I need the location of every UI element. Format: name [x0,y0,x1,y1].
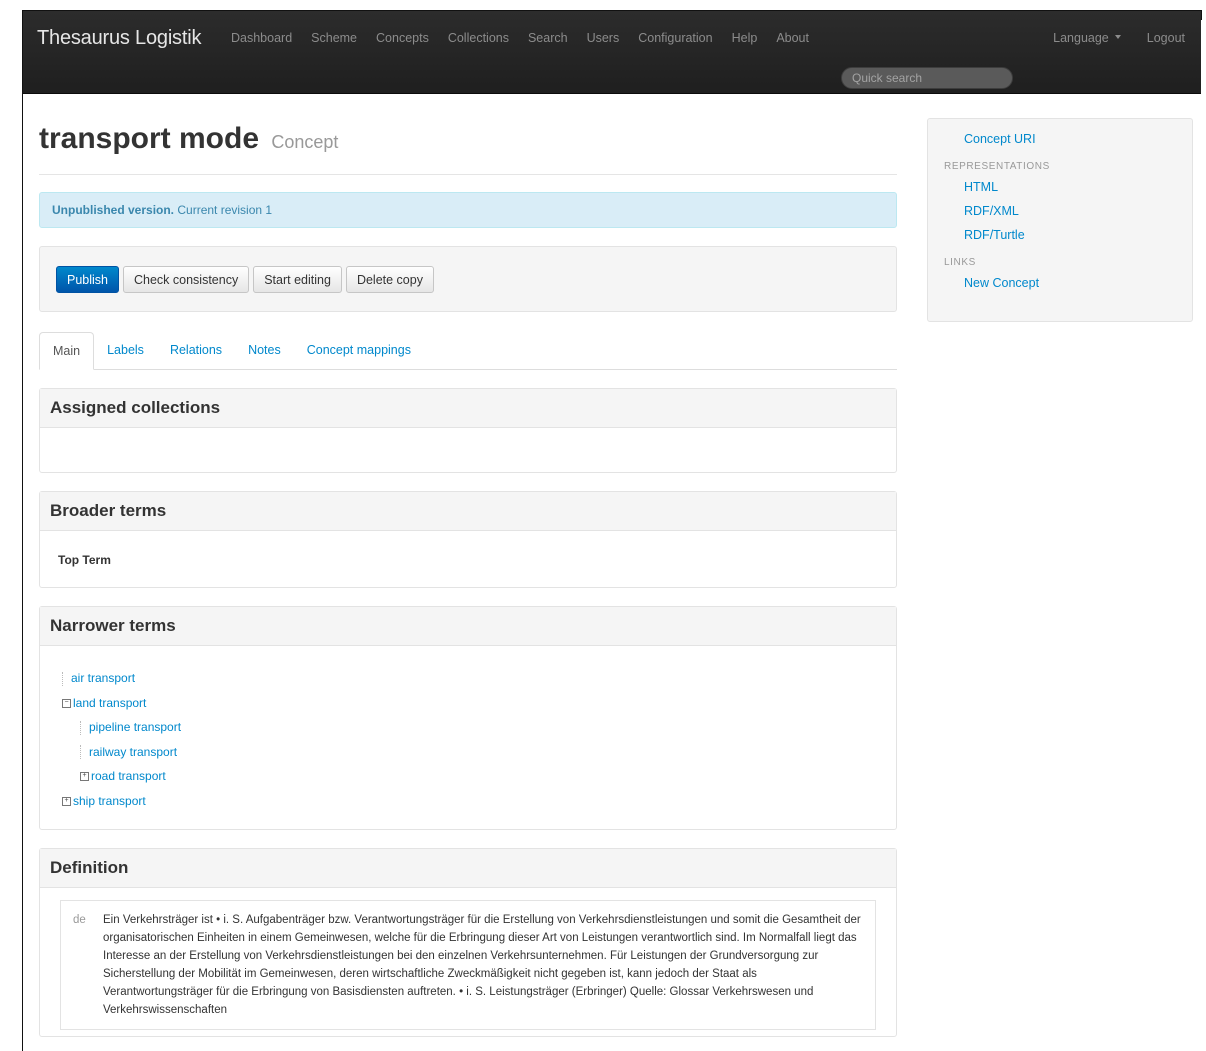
main-nav: Dashboard Scheme Concepts Collections Se… [231,31,828,45]
definition-body: de Ein Verkehrsträger ist • i. S. Aufgab… [40,888,896,1036]
tree-node: pipeline transport [62,715,876,740]
expand-icon[interactable]: + [62,796,71,806]
tree-node: + ship transport [62,789,876,814]
collapse-icon[interactable]: − [62,698,71,708]
assigned-collections-panel: Assigned collections [39,388,897,473]
representation-rdfxml-link[interactable]: RDF/XML [944,199,1176,223]
concept-tabs: Main Labels Relations Notes Concept mapp… [39,332,897,370]
page-subtitle: Concept [271,132,339,152]
nav-scheme[interactable]: Scheme [311,31,357,45]
tree-node: air transport [62,666,876,691]
language-tag: de [73,914,86,926]
alert-text: Current revision 1 [177,203,273,217]
action-toolbar: Publish Check consistency Start editing … [39,246,897,312]
title-divider [39,174,897,175]
page-title: transport mode Concept [39,119,897,162]
main-content: transport mode Concept Unpublished versi… [39,119,897,1037]
nav-concepts[interactable]: Concepts [376,31,429,45]
tree-link-air-transport[interactable]: air transport [71,671,135,685]
top-navbar: Thesaurus Logistik Dashboard Scheme Conc… [23,11,1201,94]
brand-logo[interactable]: Thesaurus Logistik [37,27,201,50]
broader-terms-heading: Broader terms [40,492,896,531]
representation-rdfturtle-link[interactable]: RDF/Turtle [944,223,1176,247]
nav-collections[interactable]: Collections [448,31,509,45]
publish-button[interactable]: Publish [56,266,119,293]
definition-text: Ein Verkehrsträger ist • i. S. Aufgabent… [103,914,861,1016]
nav-configuration[interactable]: Configuration [638,31,712,45]
tab-main[interactable]: Main [39,332,95,370]
language-dropdown[interactable]: Language [1053,31,1109,45]
narrower-terms-panel: Narrower terms air transport − land trans… [39,606,897,830]
assigned-collections-heading: Assigned collections [40,389,896,428]
nav-about[interactable]: About [776,31,809,45]
quick-search-input[interactable] [841,67,1013,89]
narrower-tree: air transport − land transport pipeline t… [62,666,876,813]
broader-terms-body: Top Term [40,531,896,587]
definition-card: de Ein Verkehrsträger ist • i. S. Aufgab… [60,900,876,1030]
nav-right: Language Logout [1053,31,1185,45]
tab-concept-mappings[interactable]: Concept mappings [294,332,424,369]
logout-link[interactable]: Logout [1147,31,1185,45]
tree-link-land-transport[interactable]: land transport [73,696,146,710]
links-header: LINKS [944,257,976,268]
alert-bold: Unpublished version. [52,203,175,217]
tab-labels[interactable]: Labels [94,332,157,369]
tree-node: railway transport [62,740,876,765]
tree-node: − land transport [62,691,876,716]
representations-header: REPRESENTATIONS [944,161,1050,172]
page-title-text: transport mode [39,122,260,155]
expand-icon[interactable]: + [80,772,89,782]
caret-down-icon [1114,35,1121,39]
nav-search[interactable]: Search [528,31,568,45]
tree-link-pipeline-transport[interactable]: pipeline transport [89,720,181,734]
nav-dashboard[interactable]: Dashboard [231,31,292,45]
tab-notes[interactable]: Notes [235,332,294,369]
new-concept-link[interactable]: New Concept [944,271,1176,295]
nav-help[interactable]: Help [732,31,758,45]
browser-frame: Thesaurus Logistik Dashboard Scheme Conc… [22,10,1201,1051]
representation-html-link[interactable]: HTML [944,175,1176,199]
tree-node: + road transport [62,764,876,789]
narrower-terms-body: air transport − land transport pipeline t… [40,646,896,829]
sidebar-panel: Concept URI REPRESENTATIONS HTML RDF/XML… [927,118,1193,322]
assigned-collections-body [40,428,896,472]
definition-heading: Definition [40,849,896,888]
concept-uri-link[interactable]: Concept URI [944,127,1176,151]
check-consistency-button[interactable]: Check consistency [123,266,250,293]
tree-connector-icon [80,720,87,735]
tree-connector-icon [80,745,87,760]
definition-panel: Definition de Ein Verkehrsträger ist • i… [39,848,897,1037]
tree-link-road-transport[interactable]: road transport [91,769,166,783]
top-term-label: Top Term [58,553,111,567]
nav-users[interactable]: Users [587,31,620,45]
status-alert: Unpublished version. Current revision 1 [39,192,897,228]
start-editing-button[interactable]: Start editing [253,266,342,293]
tree-link-railway-transport[interactable]: railway transport [89,745,177,759]
narrower-terms-heading: Narrower terms [40,607,896,646]
delete-copy-button[interactable]: Delete copy [345,266,434,293]
tab-relations[interactable]: Relations [157,332,235,369]
broader-terms-panel: Broader terms Top Term [39,491,897,588]
tree-link-ship-transport[interactable]: ship transport [73,794,146,808]
tree-connector-icon [62,671,69,686]
